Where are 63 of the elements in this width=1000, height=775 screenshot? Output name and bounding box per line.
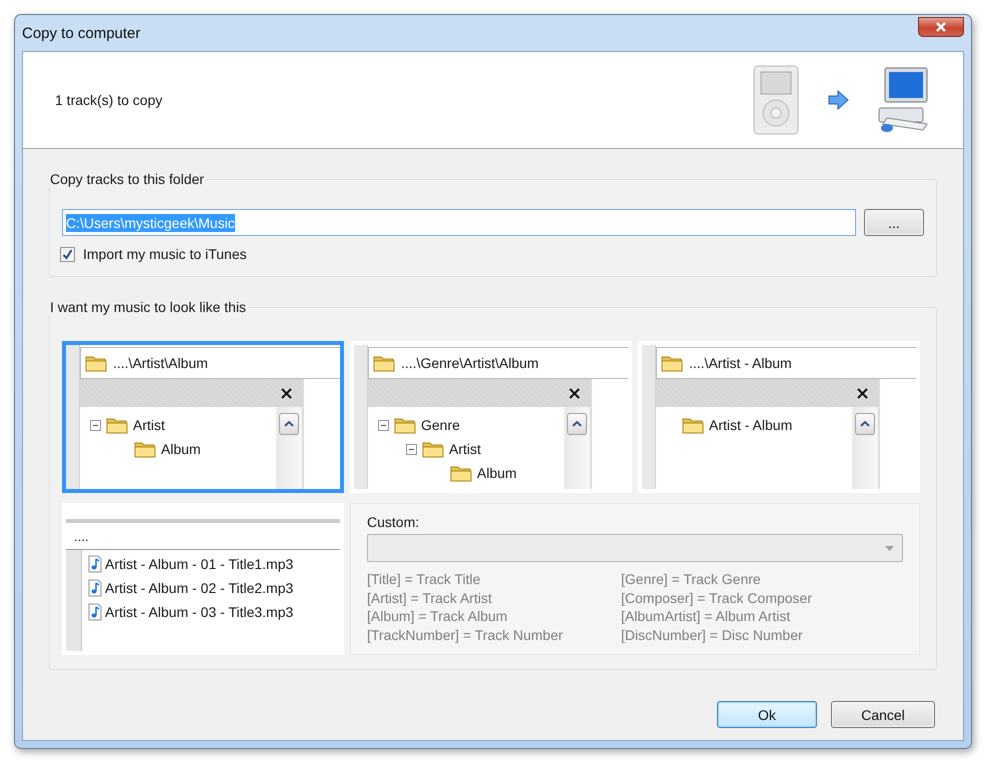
chevron-up-icon	[572, 421, 582, 427]
music-player-icon	[753, 65, 799, 135]
token-hint: [Composer] = Track Composer	[621, 588, 814, 607]
file-name: Artist - Album - 01 - Title1.mp3	[105, 556, 294, 572]
tree-item: Genre	[421, 417, 460, 433]
layout-option[interactable]: ....\Artist\Album Artist Album	[62, 341, 344, 493]
group-label: Copy tracks to this folder	[49, 171, 206, 187]
collapse-toggle[interactable]	[90, 420, 101, 430]
folder-icon	[106, 416, 128, 434]
tree-item: Artist	[449, 441, 481, 457]
folder-icon	[450, 464, 472, 482]
layout-path: ....\Genre\Artist\Album	[401, 355, 539, 371]
close-icon	[569, 388, 580, 398]
token-hint: [Artist] = Track Artist	[367, 588, 493, 607]
close-icon	[281, 388, 292, 398]
caret-down-icon	[885, 546, 894, 550]
chevron-up-icon	[284, 421, 294, 427]
folder-icon	[422, 440, 444, 458]
token-hint: [TrackNumber] = Track Number	[367, 626, 564, 644]
tree-item: Artist - Album	[709, 417, 792, 433]
folder-icon	[373, 354, 395, 372]
close-button[interactable]	[918, 17, 964, 37]
folder-icon	[394, 416, 416, 434]
close-icon	[935, 22, 947, 32]
scroll-up-button[interactable]	[855, 413, 875, 435]
ok-button[interactable]: Ok	[717, 701, 817, 728]
tree-item: Artist	[133, 417, 165, 433]
collapse-toggle[interactable]	[378, 420, 389, 430]
token-hint: [DiscNumber] = Disc Number	[621, 626, 804, 644]
browse-button[interactable]: ...	[864, 209, 924, 236]
file-name: Artist - Album - 02 - Title2.mp3	[105, 580, 294, 596]
music-file-icon	[88, 579, 102, 597]
token-hint: [Album] = Track Album	[367, 607, 508, 626]
close-icon	[857, 388, 868, 398]
file-name: Artist - Album - 03 - Title3.mp3	[105, 604, 294, 620]
import-checkbox[interactable]	[60, 246, 75, 262]
folder-icon	[682, 416, 704, 434]
layout-path: ....\Artist - Album	[689, 355, 792, 371]
music-file-icon	[88, 603, 102, 621]
tree-item: Album	[161, 441, 201, 457]
music-file-icon	[88, 555, 102, 573]
folder-icon	[134, 440, 156, 458]
collapse-toggle[interactable]	[406, 444, 417, 454]
folder-icon	[85, 354, 107, 372]
window-title: Copy to computer	[22, 24, 140, 42]
scroll-up-button[interactable]	[279, 413, 299, 435]
layout-option[interactable]: ....\Artist - Album Artist - Album	[638, 341, 920, 493]
layout-option[interactable]: ....\Genre\Artist\Album Genre Artist Album	[350, 341, 632, 493]
tree-item: Album	[477, 465, 517, 481]
custom-label: Custom:	[367, 514, 420, 530]
group-label: I want my music to look like this	[49, 299, 248, 315]
token-hint: [AlbumArtist] = Album Artist	[621, 607, 792, 626]
track-count: 1 track(s) to copy	[55, 92, 164, 108]
token-hint: [Genre] = Track Genre	[621, 570, 762, 588]
cancel-button[interactable]: Cancel	[831, 701, 935, 728]
chevron-up-icon	[860, 421, 870, 427]
token-hint: [Title] = Track Title	[367, 570, 482, 588]
arrow-right-icon	[827, 90, 849, 110]
layout-path: ....\Artist\Album	[113, 355, 208, 371]
folder-icon	[661, 354, 683, 372]
scroll-up-button[interactable]	[567, 413, 587, 435]
checkbox-label: Import my music to iTunes	[83, 246, 247, 262]
preview-path: ....	[66, 523, 340, 550]
